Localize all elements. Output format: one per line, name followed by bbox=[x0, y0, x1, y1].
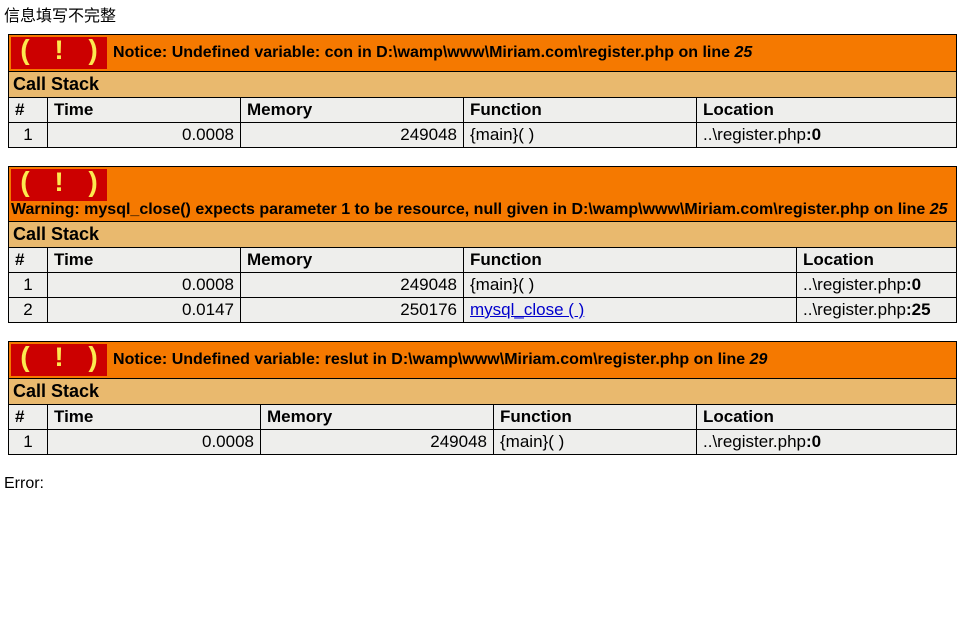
cell-location: ..\register.php:25 bbox=[797, 298, 957, 323]
callstack-table: #TimeMemoryFunctionLocation10.0008249048… bbox=[9, 98, 956, 147]
error-header: ( ! ) Warning: mysql_close() expects par… bbox=[9, 167, 956, 222]
cell-memory: 249048 bbox=[261, 430, 494, 455]
error-line-number: 25 bbox=[734, 44, 752, 61]
error-block: ( ! ) Warning: mysql_close() expects par… bbox=[8, 166, 957, 323]
cell-num: 1 bbox=[9, 430, 48, 455]
warning-icon: ( ! ) bbox=[11, 344, 107, 376]
col-location: Location bbox=[697, 98, 957, 123]
col-function: Function bbox=[494, 405, 697, 430]
col-location: Location bbox=[697, 405, 957, 430]
error-line-number: 29 bbox=[750, 351, 768, 368]
location-line: :0 bbox=[906, 275, 921, 294]
cell-function[interactable]: mysql_close ( ) bbox=[464, 298, 797, 323]
cell-location: ..\register.php:0 bbox=[697, 123, 957, 148]
cell-time: 0.0008 bbox=[48, 123, 241, 148]
error-block: ( ! ) Notice: Undefined variable: con in… bbox=[8, 34, 957, 148]
cell-function: {main}( ) bbox=[464, 123, 697, 148]
col-memory: Memory bbox=[241, 248, 464, 273]
error-message: Warning: mysql_close() expects parameter… bbox=[11, 201, 948, 219]
col-location: Location bbox=[797, 248, 957, 273]
error-message: Notice: Undefined variable: reslut in D:… bbox=[113, 351, 767, 369]
col-memory: Memory bbox=[261, 405, 494, 430]
error-line-number: 25 bbox=[930, 201, 948, 218]
error-header: ( ! ) Notice: Undefined variable: reslut… bbox=[9, 342, 956, 379]
cell-memory: 249048 bbox=[241, 273, 464, 298]
col-num: # bbox=[9, 248, 48, 273]
callstack-title: Call Stack bbox=[9, 379, 956, 405]
col-function: Function bbox=[464, 98, 697, 123]
location-line: :0 bbox=[806, 125, 821, 144]
cell-location: ..\register.php:0 bbox=[697, 430, 957, 455]
col-memory: Memory bbox=[241, 98, 464, 123]
cell-memory: 249048 bbox=[241, 123, 464, 148]
cell-time: 0.0008 bbox=[48, 430, 261, 455]
cell-num: 1 bbox=[9, 123, 48, 148]
error-block: ( ! ) Notice: Undefined variable: reslut… bbox=[8, 341, 957, 455]
cell-time: 0.0008 bbox=[48, 273, 241, 298]
error-message: Notice: Undefined variable: con in D:\wa… bbox=[113, 44, 752, 62]
warning-icon: ( ! ) bbox=[11, 169, 107, 201]
col-time: Time bbox=[48, 405, 261, 430]
col-function: Function bbox=[464, 248, 797, 273]
top-message: 信息填写不完整 bbox=[0, 0, 965, 28]
cell-location: ..\register.php:0 bbox=[797, 273, 957, 298]
location-line: :0 bbox=[806, 432, 821, 451]
table-row: 20.0147250176 mysql_close ( ) ..\register.… bbox=[9, 298, 956, 323]
table-row: 10.0008249048{main}( )..\register.php:0 bbox=[9, 273, 956, 298]
cell-num: 2 bbox=[9, 298, 48, 323]
cell-function: {main}( ) bbox=[464, 273, 797, 298]
col-num: # bbox=[9, 98, 48, 123]
col-time: Time bbox=[48, 248, 241, 273]
cell-memory: 250176 bbox=[241, 298, 464, 323]
cell-function: {main}( ) bbox=[494, 430, 697, 455]
function-link[interactable]: mysql_close ( ) bbox=[470, 300, 584, 319]
callstack-table: #TimeMemoryFunctionLocation10.0008249048… bbox=[9, 405, 956, 454]
callstack-title: Call Stack bbox=[9, 72, 956, 98]
bottom-message: Error: bbox=[0, 473, 965, 495]
callstack-table: #TimeMemoryFunctionLocation10.0008249048… bbox=[9, 248, 956, 322]
table-row: 10.0008249048{main}( )..\register.php:0 bbox=[9, 430, 956, 455]
col-num: # bbox=[9, 405, 48, 430]
location-line: :25 bbox=[906, 300, 931, 319]
col-time: Time bbox=[48, 98, 241, 123]
table-row: 10.0008249048{main}( )..\register.php:0 bbox=[9, 123, 956, 148]
cell-time: 0.0147 bbox=[48, 298, 241, 323]
warning-icon: ( ! ) bbox=[11, 37, 107, 69]
callstack-title: Call Stack bbox=[9, 222, 956, 248]
cell-num: 1 bbox=[9, 273, 48, 298]
error-header: ( ! ) Notice: Undefined variable: con in… bbox=[9, 35, 956, 72]
